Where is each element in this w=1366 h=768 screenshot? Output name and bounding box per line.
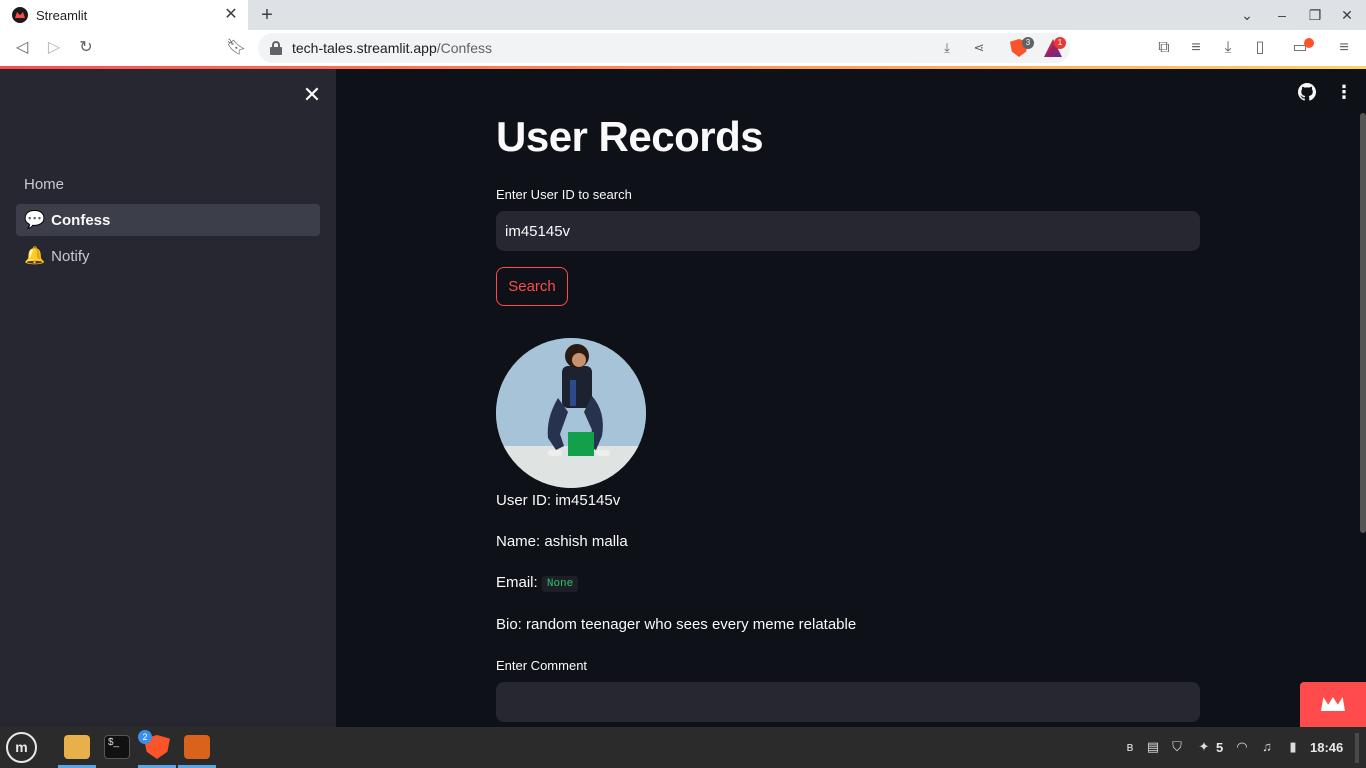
kebab-menu-icon[interactable]: ⋮ xyxy=(1334,82,1354,102)
user-email-line: Email: None xyxy=(496,574,579,592)
downloads-icon[interactable]: ⤓ xyxy=(1218,38,1238,58)
sidebar-item-label: Confess xyxy=(51,211,111,229)
battery-icon[interactable]: ▮ xyxy=(1285,739,1301,755)
bookmark-icon[interactable]: 🔖︎ xyxy=(226,38,246,58)
user-name-label: Name: xyxy=(496,533,545,550)
user-name-value: ashish malla xyxy=(544,533,628,550)
streamlit-crown-icon[interactable] xyxy=(1300,682,1366,727)
user-email-label: Email: xyxy=(496,574,542,591)
user-name-line: Name: ashish malla xyxy=(496,533,628,550)
user-id-value: im45145v xyxy=(555,492,621,509)
window-minimize-button[interactable]: – xyxy=(1272,5,1292,25)
taskbar-brave[interactable]: 2 xyxy=(138,730,176,768)
share-icon[interactable]: ⋖ xyxy=(970,39,988,57)
update-icon[interactable]: ✦ xyxy=(1196,739,1212,755)
reload-icon[interactable]: ↻ xyxy=(76,38,96,58)
bell-icon: 🔔 xyxy=(24,246,46,265)
os-taskbar: m $_ 2 ʙ ▤ ⛉ ✦ 5 ◠ ♫ ▮ 18:46 xyxy=(0,727,1366,768)
search-label: Enter User ID to search xyxy=(496,187,632,202)
app-main: ⋮ User Records Enter User ID to search S… xyxy=(336,69,1366,727)
taskbar-files[interactable] xyxy=(58,730,96,768)
window-count-badge: 2 xyxy=(138,730,152,744)
main-scrollbar[interactable] xyxy=(1360,113,1366,533)
lock-icon xyxy=(270,41,282,55)
comment-label: Enter Comment xyxy=(496,658,588,673)
url-host: tech-tales.streamlit.app xyxy=(292,40,437,56)
url-path: /Confess xyxy=(436,40,492,56)
browser-toolbar: ◁ ▷ ↻ 🔖︎ tech-tales.streamlit.app/Confes… xyxy=(0,30,1366,66)
window-close-button[interactable]: ✕ xyxy=(1337,5,1357,25)
url-text[interactable]: tech-tales.streamlit.app/Confess xyxy=(292,40,492,56)
browser-tab-strip: Streamlit ✕ + ⌄ – ❐ ✕ xyxy=(0,0,1366,30)
user-avatar xyxy=(496,338,646,488)
tab-close-icon[interactable]: ✕ xyxy=(222,6,240,24)
taskbar-terminal[interactable]: $_ xyxy=(98,730,136,768)
forward-icon[interactable]: ▷ xyxy=(44,38,64,58)
shield-icon[interactable]: ⛉ xyxy=(1169,739,1185,755)
speech-bubble-icon: 💬 xyxy=(24,210,46,229)
tab-title: Streamlit xyxy=(36,7,88,23)
user-bio-value: random teenager who sees every meme rela… xyxy=(526,616,857,633)
terminal-icon: $_ xyxy=(104,735,130,759)
show-desktop-button[interactable] xyxy=(1355,733,1359,763)
new-tab-button[interactable]: + xyxy=(256,4,278,26)
shield-count-badge: 3 xyxy=(1022,37,1034,49)
sound-icon[interactable]: ♫ xyxy=(1259,739,1275,755)
bluetooth-icon[interactable]: ʙ xyxy=(1122,739,1138,755)
playlist-icon[interactable]: ≡ xyxy=(1186,38,1206,58)
tab-search-icon[interactable]: ⌄ xyxy=(1237,5,1257,25)
github-icon[interactable] xyxy=(1298,83,1316,101)
sidebar-item-home[interactable]: Home xyxy=(16,168,320,200)
window-maximize-button[interactable]: ❐ xyxy=(1305,5,1325,25)
sidebar-toggle-icon[interactable]: ▯ xyxy=(1250,38,1270,58)
search-button[interactable]: Search xyxy=(496,267,568,306)
page-title: User Records xyxy=(496,113,764,160)
mint-menu-icon[interactable]: m xyxy=(6,732,37,763)
wallet-notification-dot xyxy=(1304,38,1314,48)
rewards-count-badge: 1 xyxy=(1054,37,1066,49)
clipboard-icon[interactable]: ▤ xyxy=(1145,739,1161,755)
sidebar-item-notify[interactable]: 🔔 Notify xyxy=(16,240,320,272)
folder-icon xyxy=(64,735,90,759)
clock[interactable]: 18:46 xyxy=(1310,740,1343,755)
user-email-value: None xyxy=(541,576,579,592)
extensions-icon[interactable]: ⧉ xyxy=(1154,38,1174,58)
browser-tab[interactable]: Streamlit ✕ xyxy=(0,0,248,30)
sidebar-item-label: Notify xyxy=(51,247,90,265)
streamlit-favicon-icon xyxy=(12,7,28,23)
user-id-search-input[interactable] xyxy=(496,211,1200,251)
back-icon[interactable]: ◁ xyxy=(12,38,32,58)
user-id-line: User ID: im45145v xyxy=(496,492,620,509)
user-bio-line: Bio: random teenager who sees every meme… xyxy=(496,616,856,633)
browser-menu-icon[interactable]: ≡ xyxy=(1334,38,1354,58)
install-app-icon[interactable]: ⤓ xyxy=(938,39,956,57)
sidebar-item-label: Home xyxy=(24,175,65,193)
tray-count: 5 xyxy=(1216,740,1224,755)
comment-input[interactable] xyxy=(496,682,1200,722)
sidebar-close-icon[interactable]: ✕ xyxy=(300,83,324,107)
user-bio-label: Bio: xyxy=(496,616,527,633)
wifi-icon[interactable]: ◠ xyxy=(1234,739,1250,755)
sidebar-item-confess[interactable]: 💬 Confess xyxy=(16,204,320,236)
user-photo xyxy=(496,338,646,488)
app-sidebar: ✕ Home 💬 Confess 🔔 Notify xyxy=(0,69,336,727)
user-id-label: User ID: xyxy=(496,492,556,509)
presentation-icon xyxy=(184,735,210,759)
taskbar-presentation[interactable] xyxy=(178,730,216,768)
address-bar[interactable]: tech-tales.streamlit.app/Confess ⤓ ⋖ 3 1 xyxy=(258,33,1070,63)
